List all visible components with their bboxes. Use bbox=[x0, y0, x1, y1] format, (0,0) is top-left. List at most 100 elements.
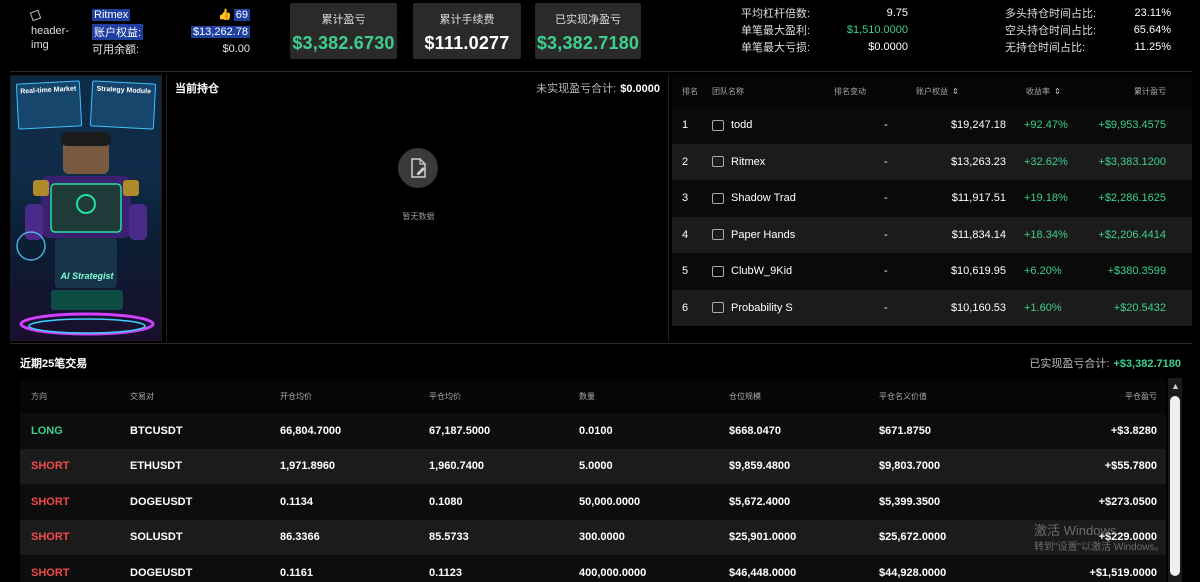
return-rate: +18.34% bbox=[1024, 228, 1068, 241]
robot-figure-icon bbox=[16, 132, 155, 336]
table-row[interactable]: 4 Paper Hands - $11,834.14 +18.34% +$2,2… bbox=[672, 216, 1192, 253]
col-pnl: 平仓盈亏 bbox=[1125, 392, 1157, 401]
scroll-thumb[interactable] bbox=[1170, 396, 1180, 576]
pnl: +$3.8280 bbox=[1110, 424, 1157, 437]
avatar[interactable]: header- img bbox=[29, 9, 79, 52]
table-row[interactable]: 6 Probability S - $10,160.53 +1.60% +$20… bbox=[672, 289, 1192, 326]
table-row[interactable]: SHORT SOLUSDT 86.3366 85.5733 300.0000 $… bbox=[20, 519, 1166, 555]
col-qty: 数量 bbox=[579, 392, 595, 401]
rank: 6 bbox=[682, 301, 689, 314]
empty-document-icon bbox=[398, 148, 438, 188]
positions-title: 当前持仓 bbox=[175, 83, 219, 95]
stat-label: 累计盈亏 bbox=[321, 14, 366, 26]
open-price: 86.3366 bbox=[280, 531, 320, 544]
leaderboard-rows: 1 todd - $19,247.18 +92.47% +$9,953.4575… bbox=[672, 107, 1192, 326]
sort-icon: ⇕ bbox=[952, 86, 959, 96]
equity: $10,619.95 bbox=[950, 265, 1006, 278]
qty: 50,000.0000 bbox=[579, 495, 641, 508]
col-size: 仓位规模 bbox=[729, 392, 761, 401]
rank-change: - bbox=[884, 119, 888, 132]
return-rate: +19.18% bbox=[1024, 192, 1068, 205]
close-price: 0.1080 bbox=[429, 495, 463, 508]
table-row[interactable]: 5 ClubW_9Kid - $10,619.95 +6.20% +$380.3… bbox=[672, 253, 1192, 290]
metric-value: 11.25% bbox=[1134, 40, 1172, 53]
size: $46,448.0000 bbox=[729, 566, 797, 579]
qty: 5.0000 bbox=[579, 460, 613, 473]
table-row[interactable]: 2 Ritmex - $13,263.23 +32.62% +$3,383.12… bbox=[672, 143, 1192, 180]
broken-image-icon bbox=[29, 9, 42, 22]
metric-value: 23.11% bbox=[1134, 6, 1172, 19]
col-equity-sort[interactable]: 账户权益 ⇕ bbox=[916, 86, 1012, 97]
rank-change: - bbox=[884, 301, 888, 314]
cumulative-pnl: +$380.3599 bbox=[1107, 265, 1166, 278]
rank-change: - bbox=[884, 192, 888, 205]
likes[interactable]: 👍 69 bbox=[218, 8, 250, 21]
close-price: 85.5733 bbox=[429, 531, 469, 544]
col-close-price: 平仓均价 bbox=[429, 392, 461, 401]
banner-caption: AI Strategist bbox=[60, 271, 114, 281]
col-open-price: 开仓均价 bbox=[280, 392, 312, 401]
sort-icon: ⇕ bbox=[1054, 86, 1061, 96]
table-row[interactable]: SHORT DOGEUSDT 0.1161 0.1123 400,000.000… bbox=[20, 555, 1166, 582]
table-row[interactable]: SHORT DOGEUSDT 0.1134 0.1080 50,000.0000… bbox=[20, 484, 1166, 520]
username: Ritmex bbox=[92, 8, 131, 21]
table-row[interactable]: 1 todd - $19,247.18 +92.47% +$9,953.4575 bbox=[672, 107, 1192, 144]
metric-value: $0.0000 bbox=[868, 40, 908, 53]
divider bbox=[10, 71, 1192, 72]
user-info: Ritmex 👍 69 账户权益: $13,262.78 可用余额: $0.00 bbox=[92, 6, 250, 57]
close-price: 1,960.7400 bbox=[429, 460, 485, 473]
team-name: Paper Hands bbox=[731, 228, 796, 241]
pair: ETHUSDT bbox=[130, 460, 182, 473]
team-avatar-icon bbox=[712, 265, 724, 277]
stat-label: 累计手续费 bbox=[439, 14, 495, 26]
qty: 400,000.0000 bbox=[579, 566, 647, 579]
metric-label: 无持仓时间占比: bbox=[1005, 41, 1086, 54]
col-notional: 平仓名义价值 bbox=[879, 392, 927, 401]
table-row[interactable]: SHORT ETHUSDT 1,971.8960 1,960.7400 5.00… bbox=[20, 448, 1166, 484]
rank: 4 bbox=[682, 228, 689, 241]
metric-label: 单笔最大盈利: bbox=[741, 24, 811, 37]
like-count: 69 bbox=[233, 9, 250, 21]
table-row[interactable]: LONG BTCUSDT 66,804.7000 67,187.5000 0.0… bbox=[20, 413, 1166, 449]
trades-rows: LONG BTCUSDT 66,804.7000 67,187.5000 0.0… bbox=[20, 413, 1166, 582]
notional: $671.8750 bbox=[879, 424, 931, 437]
stat-value: $111.0277 bbox=[424, 33, 510, 53]
cumulative-pnl: +$2,286.1625 bbox=[1098, 192, 1166, 205]
pair: SOLUSDT bbox=[130, 531, 183, 544]
leaderboard-header: 排名 团队名称 排名变动 账户权益 ⇕ 收益率 ⇕ 累计盈亏 bbox=[672, 75, 1192, 107]
equity: $10,160.53 bbox=[950, 301, 1006, 314]
divider bbox=[10, 343, 1192, 344]
col-rate-sort[interactable]: 收益率 ⇕ bbox=[1012, 86, 1098, 97]
pnl: +$55.7800 bbox=[1104, 460, 1157, 473]
col-team: 团队名称 bbox=[712, 86, 744, 96]
rank-change: - bbox=[884, 265, 888, 278]
rank-change: - bbox=[884, 228, 888, 241]
equity-value: $13,262.78 bbox=[190, 25, 250, 38]
trades-scrollbar[interactable]: ▲ bbox=[1168, 378, 1182, 582]
cumulative-pnl: +$9,953.4575 bbox=[1098, 119, 1166, 132]
stat-card-realized-net-pnl: 已实现净盈亏 $3,382.7180 bbox=[535, 3, 641, 59]
metric-label: 空头持仓时间占比: bbox=[1005, 24, 1097, 37]
open-price: 0.1134 bbox=[280, 495, 314, 508]
team-name: ClubW_9Kid bbox=[731, 265, 793, 278]
close-price: 67,187.5000 bbox=[429, 424, 491, 437]
avatar-alt-text: header- img bbox=[31, 25, 69, 51]
open-price: 1,971.8960 bbox=[280, 460, 336, 473]
team-name: Ritmex bbox=[731, 155, 766, 168]
col-pnl: 累计盈亏 bbox=[1134, 86, 1166, 96]
unrealized-pnl: 未实现盈亏合计: $0.0000 bbox=[536, 80, 660, 96]
equity: $13,263.23 bbox=[950, 155, 1006, 168]
table-row[interactable]: 3 Shadow Trad - $11,917.51 +19.18% +$2,2… bbox=[672, 180, 1192, 217]
balance-label: 可用余额: bbox=[92, 43, 140, 56]
stat-label: 已实现净盈亏 bbox=[555, 14, 621, 26]
stat-card-cumulative-fees: 累计手续费 $111.0277 bbox=[413, 3, 521, 59]
qty: 0.0100 bbox=[579, 424, 613, 437]
notional: $9,803.7000 bbox=[879, 460, 941, 473]
trades-header: 方向 交易对 开仓均价 平仓均价 数量 仓位规模 平仓名义价值 平仓盈亏 bbox=[20, 380, 1166, 413]
scroll-up-icon[interactable]: ▲ bbox=[1171, 381, 1180, 391]
realized-value: +$3,382.7180 bbox=[1113, 358, 1181, 370]
unrealized-value: $0.0000 bbox=[620, 83, 660, 95]
team-avatar-icon bbox=[712, 119, 724, 131]
trades-title: 近期25笔交易 bbox=[20, 358, 88, 370]
return-rate: +1.60% bbox=[1024, 301, 1062, 314]
